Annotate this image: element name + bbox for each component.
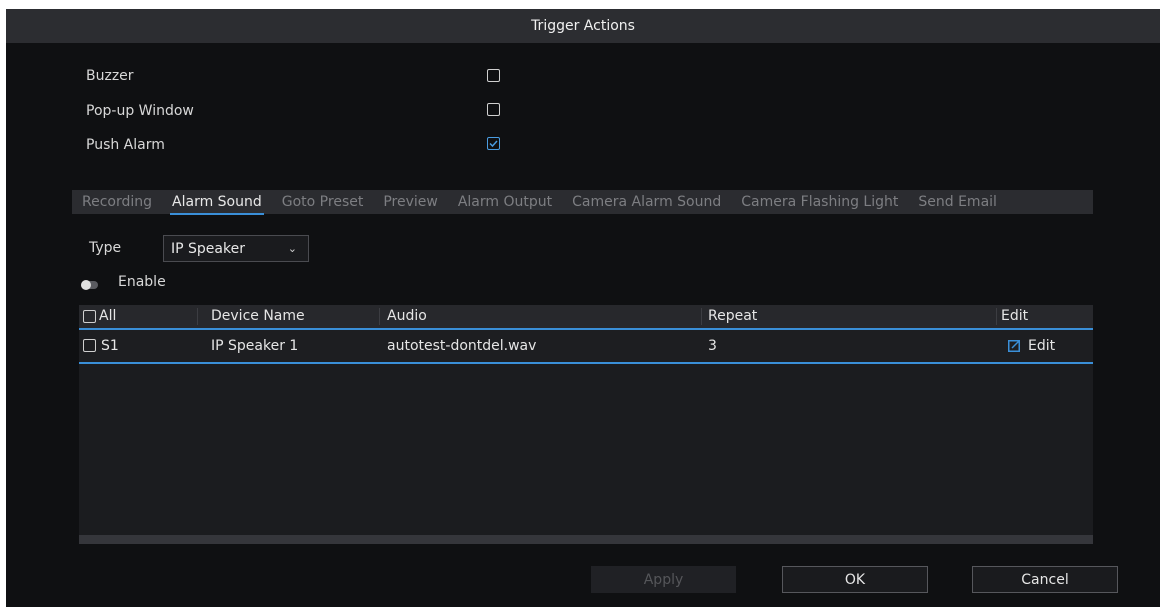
option-push-alarm-label: Push Alarm: [86, 137, 165, 153]
type-select-value: IP Speaker: [171, 240, 245, 257]
tab-preview[interactable]: Preview: [373, 190, 448, 214]
type-label: Type: [89, 240, 122, 256]
buzzer-checkbox[interactable]: [487, 69, 500, 82]
ok-button[interactable]: OK: [782, 566, 928, 593]
push-alarm-checkbox[interactable]: [487, 137, 500, 150]
column-header-device-name: Device Name: [211, 308, 305, 324]
tab-camera-alarm-sound[interactable]: Camera Alarm Sound: [562, 190, 731, 214]
cancel-button[interactable]: Cancel: [972, 566, 1118, 593]
column-divider: [996, 308, 997, 325]
table-empty-area: [79, 364, 1093, 535]
tab-alarm-output[interactable]: Alarm Output: [448, 190, 562, 214]
dialog-title-bar: Trigger Actions: [6, 9, 1160, 43]
checkmark-icon: [489, 140, 498, 148]
option-push-alarm: Push Alarm: [86, 135, 165, 155]
column-header-audio: Audio: [387, 308, 427, 324]
apply-button[interactable]: Apply: [591, 566, 736, 593]
row-edit-link[interactable]: Edit: [1028, 330, 1055, 362]
column-header-repeat: Repeat: [708, 308, 758, 324]
column-divider: [701, 308, 702, 325]
row-repeat: 3: [708, 338, 717, 354]
option-popup-window-label: Pop-up Window: [86, 103, 194, 119]
popup-window-checkbox[interactable]: [487, 103, 500, 116]
tab-alarm-sound[interactable]: Alarm Sound: [162, 190, 272, 215]
tab-camera-flashing-light[interactable]: Camera Flashing Light: [731, 190, 908, 214]
column-divider: [197, 308, 198, 325]
chevron-down-icon: ⌄: [287, 242, 297, 255]
option-popup-window: Pop-up Window: [86, 101, 194, 121]
option-buzzer: Buzzer: [86, 66, 134, 86]
column-divider: [379, 308, 380, 325]
speaker-table: All Device Name Audio Repeat Edit S1 IP …: [79, 305, 1093, 544]
tab-recording[interactable]: Recording: [72, 190, 162, 214]
trigger-actions-dialog: Trigger Actions Buzzer Pop-up Window Pus…: [6, 9, 1160, 607]
enable-label: Enable: [118, 274, 166, 290]
table-header: All Device Name Audio Repeat Edit: [79, 305, 1093, 330]
option-buzzer-label: Buzzer: [86, 68, 134, 84]
table-row[interactable]: S1 IP Speaker 1 autotest-dontdel.wav 3 E…: [79, 330, 1093, 364]
tab-send-email[interactable]: Send Email: [908, 190, 1007, 214]
row-checkbox[interactable]: [83, 339, 96, 352]
row-device-name: IP Speaker 1: [211, 338, 299, 354]
column-header-edit: Edit: [1001, 308, 1029, 324]
type-select[interactable]: IP Speaker ⌄: [163, 235, 309, 262]
enable-toggle[interactable]: [81, 280, 98, 290]
horizontal-scrollbar[interactable]: [79, 535, 1093, 544]
column-header-all: All: [99, 308, 117, 324]
row-id: S1: [101, 338, 119, 354]
edit-icon[interactable]: [1008, 339, 1021, 352]
action-tabs: Recording Alarm Sound Goto Preset Previe…: [72, 190, 1093, 215]
dialog-title: Trigger Actions: [531, 18, 635, 34]
tab-goto-preset[interactable]: Goto Preset: [272, 190, 374, 214]
select-all-checkbox[interactable]: [83, 310, 96, 323]
row-audio: autotest-dontdel.wav: [387, 338, 537, 354]
